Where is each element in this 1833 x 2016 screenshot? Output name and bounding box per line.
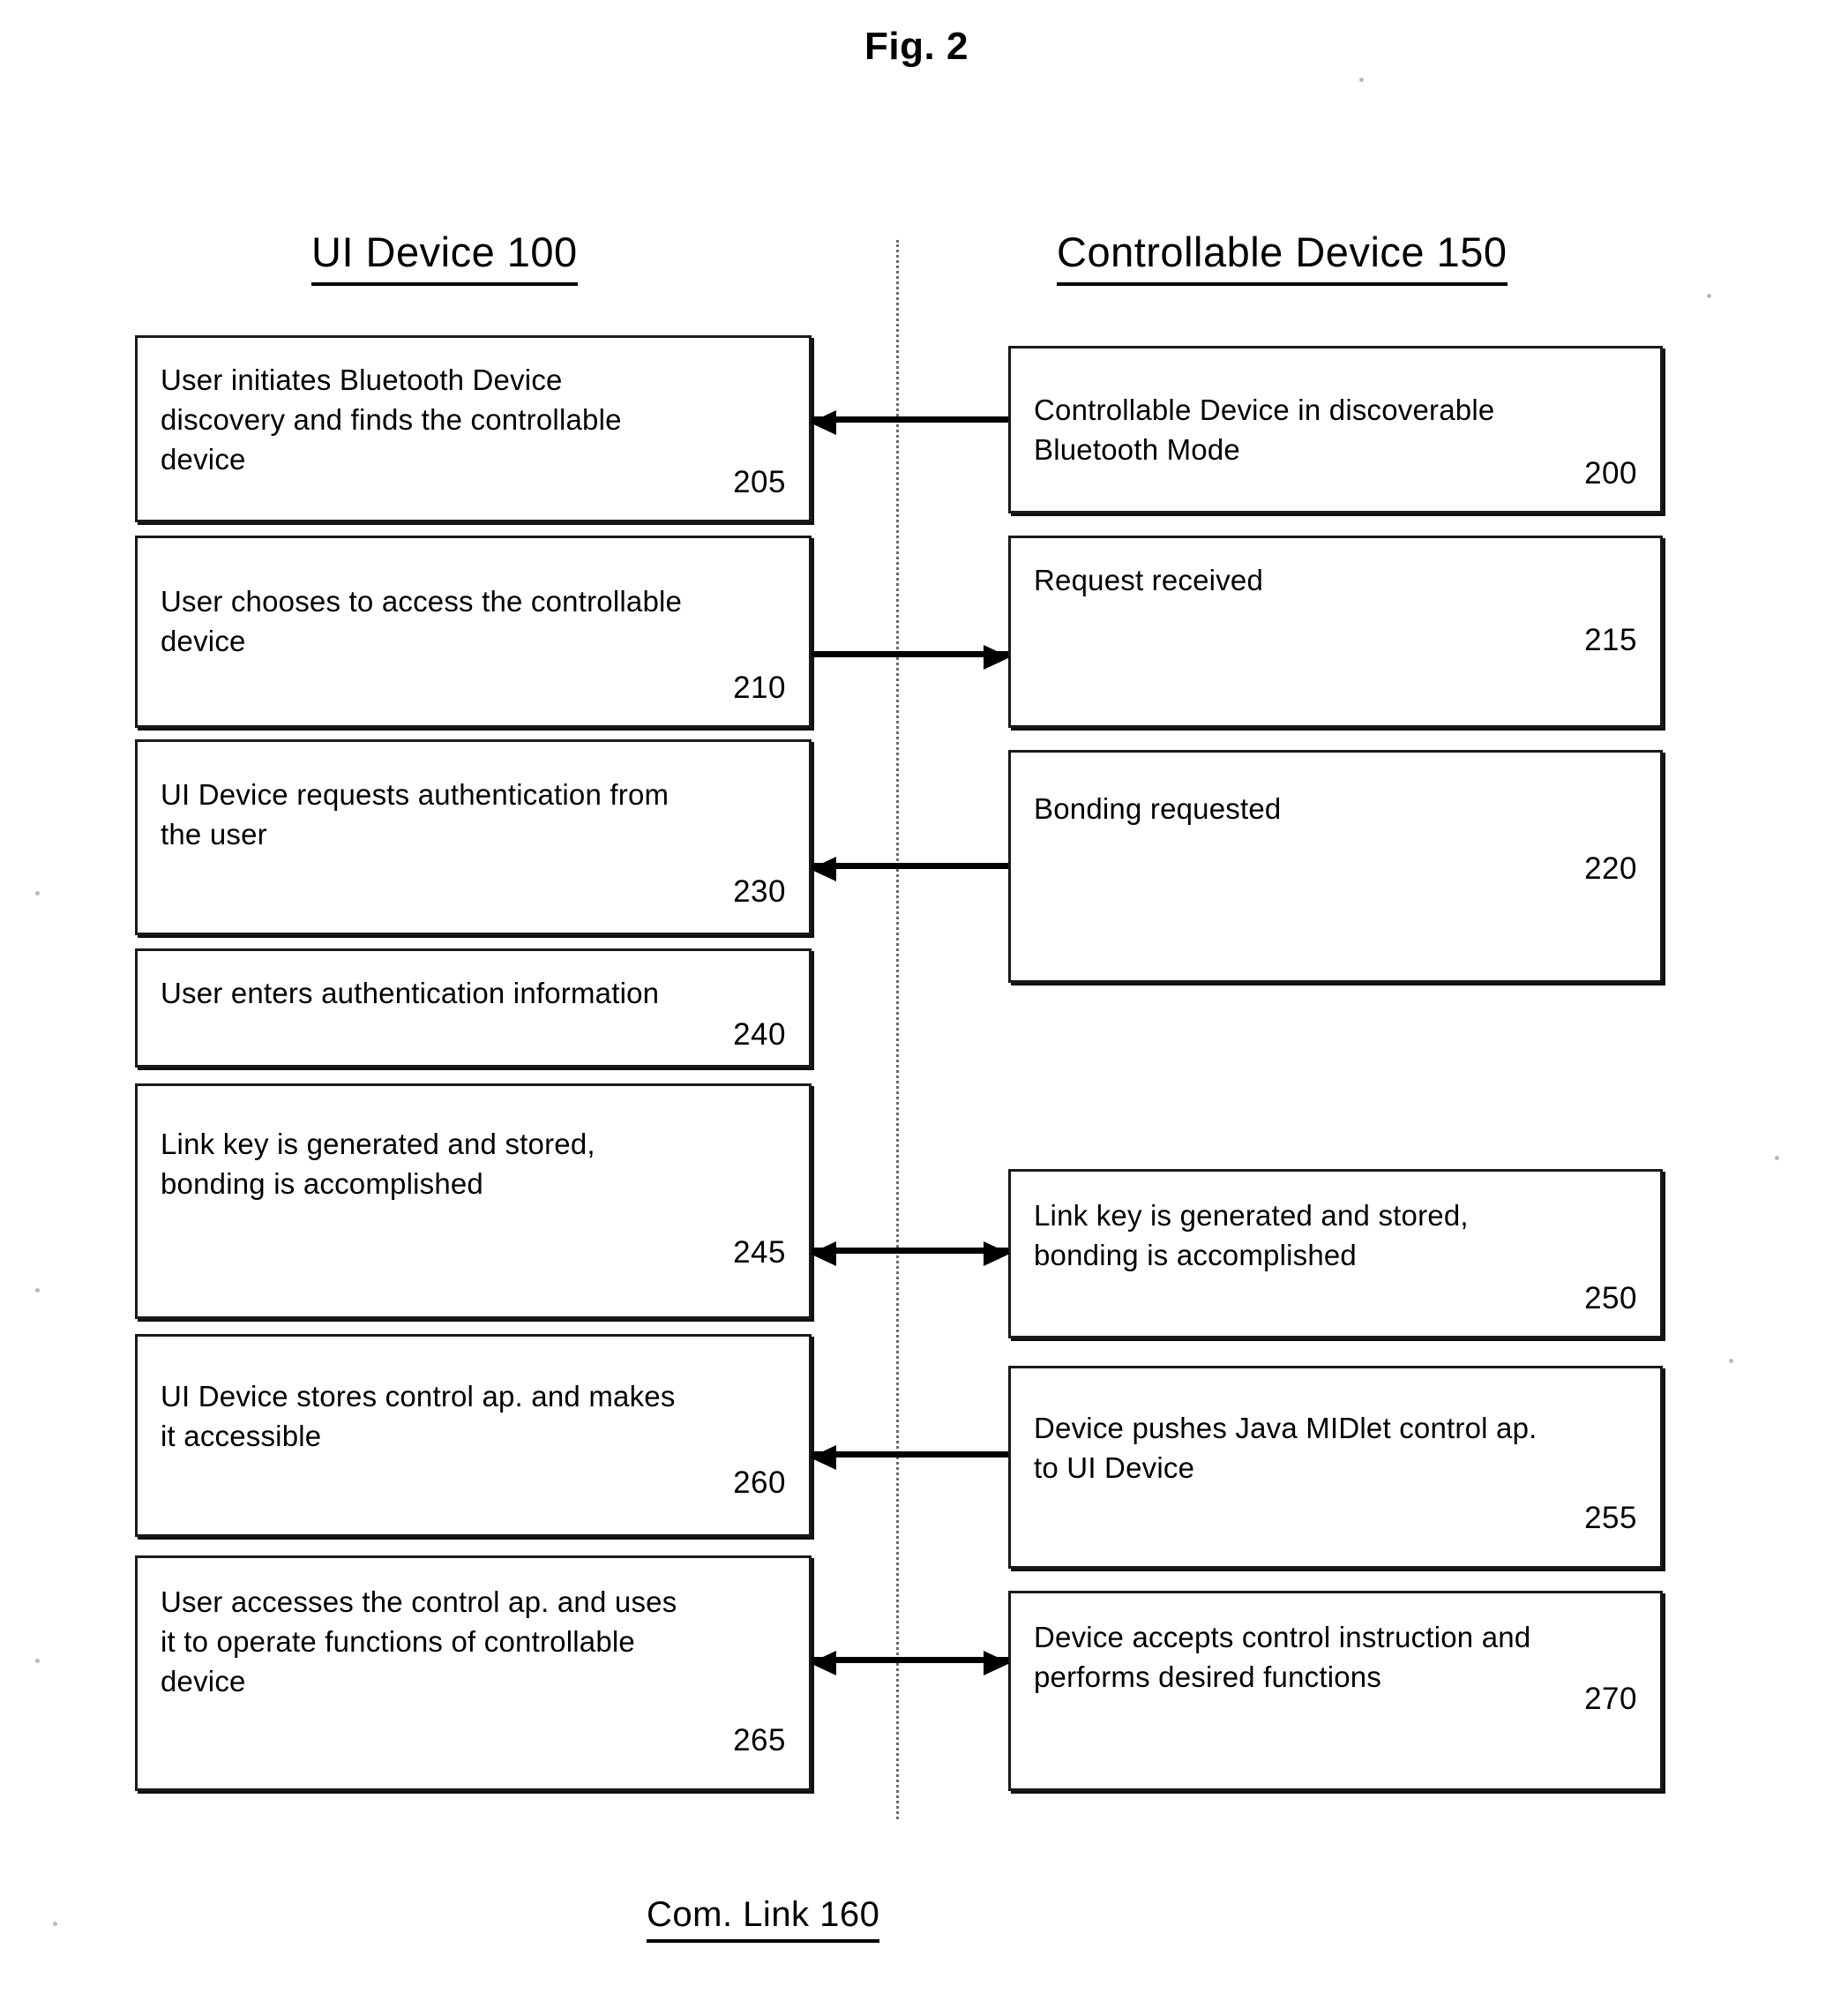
arrow-265-270-bidirectional [810,1651,1010,1675]
arrowhead-right-icon [984,645,1010,670]
process-box-205-number: 205 [733,465,786,499]
scan-speck [1707,294,1711,298]
arrow-245-250-bidirectional [810,1241,1010,1266]
process-box-250-text: Link key is generated and stored, bondin… [1034,1199,1469,1271]
figure-title: Fig. 2 [864,25,969,68]
process-box-205-text: User initiates Bluetooth Device discover… [161,363,622,476]
arrowhead-right-icon [984,1241,1010,1266]
process-box-260-number: 260 [733,1465,786,1500]
com-link-lifeline [896,240,899,1819]
process-box-270: Device accepts control instruction and p… [1008,1591,1663,1791]
process-box-210-text: User chooses to access the controllable … [161,585,683,657]
column-header-ui-device: UI Device 100 [311,228,578,286]
arrowhead-right-icon [984,1651,1010,1675]
process-box-210: User chooses to access the controllable … [135,536,812,728]
process-box-240-text: User enters authentication information [161,977,660,1009]
scan-speck [35,1288,40,1293]
process-box-250: Link key is generated and stored, bondin… [1008,1169,1663,1338]
patent-figure-page: Fig. 2 UI Device 100 Controllable Device… [0,0,1833,2016]
com-link-caption: Com. Link 160 [647,1895,880,1943]
process-box-270-number: 270 [1584,1682,1637,1716]
column-header-controllable-device: Controllable Device 150 [1057,228,1508,286]
scan-speck [35,891,40,896]
process-box-265-text: User accesses the control ap. and uses i… [161,1585,677,1697]
process-box-245-number: 245 [733,1235,786,1270]
arrowhead-left-icon [810,1651,836,1675]
process-box-255-number: 255 [1584,1501,1637,1535]
process-box-200: Controllable Device in discoverable Blue… [1008,346,1663,513]
scan-speck [1775,1156,1779,1160]
arrow-220-to-230 [810,857,1008,881]
process-box-230-text: UI Device requests authentication from t… [161,778,670,851]
process-box-230: UI Device requests authentication from t… [135,739,812,935]
process-box-240-number: 240 [733,1017,786,1052]
process-box-260-text: UI Device stores control ap. and makes i… [161,1380,676,1452]
scan-speck [1359,78,1364,82]
process-box-230-number: 230 [733,874,786,909]
process-box-200-number: 200 [1584,456,1637,491]
process-box-215: Request received 215 [1008,536,1663,728]
process-box-255-text: Device pushes Java MIDlet control ap. to… [1034,1412,1537,1484]
process-box-250-number: 250 [1584,1281,1637,1315]
scan-speck [53,1922,57,1926]
process-box-200-text: Controllable Device in discoverable Blue… [1034,393,1495,466]
arrow-255-to-260 [810,1445,1008,1470]
arrow-200-to-205 [810,410,1008,435]
process-box-245: Link key is generated and stored, bondin… [135,1083,812,1319]
process-box-260: UI Device stores control ap. and makes i… [135,1334,812,1537]
process-box-220-text: Bonding requested [1034,792,1282,825]
process-box-220: Bonding requested 220 [1008,750,1663,983]
process-box-245-text: Link key is generated and stored, bondin… [161,1128,595,1200]
arrowhead-left-icon [810,1445,836,1470]
process-box-265-number: 265 [733,1723,786,1757]
process-box-210-number: 210 [733,671,786,705]
scan-speck [1729,1359,1733,1363]
process-box-205: User initiates Bluetooth Device discover… [135,335,812,522]
arrowhead-left-icon [810,1241,836,1266]
process-box-215-number: 215 [1584,623,1637,657]
process-box-220-number: 220 [1584,851,1637,886]
process-box-240: User enters authentication information 2… [135,948,812,1068]
process-box-265: User accesses the control ap. and uses i… [135,1555,812,1791]
arrow-210-to-215 [812,645,1010,670]
process-box-215-text: Request received [1034,564,1264,596]
arrowhead-left-icon [810,410,836,435]
process-box-255: Device pushes Java MIDlet control ap. to… [1008,1366,1663,1569]
arrowhead-left-icon [810,857,836,881]
scan-speck [35,1659,40,1663]
process-box-270-text: Device accepts control instruction and p… [1034,1621,1531,1693]
